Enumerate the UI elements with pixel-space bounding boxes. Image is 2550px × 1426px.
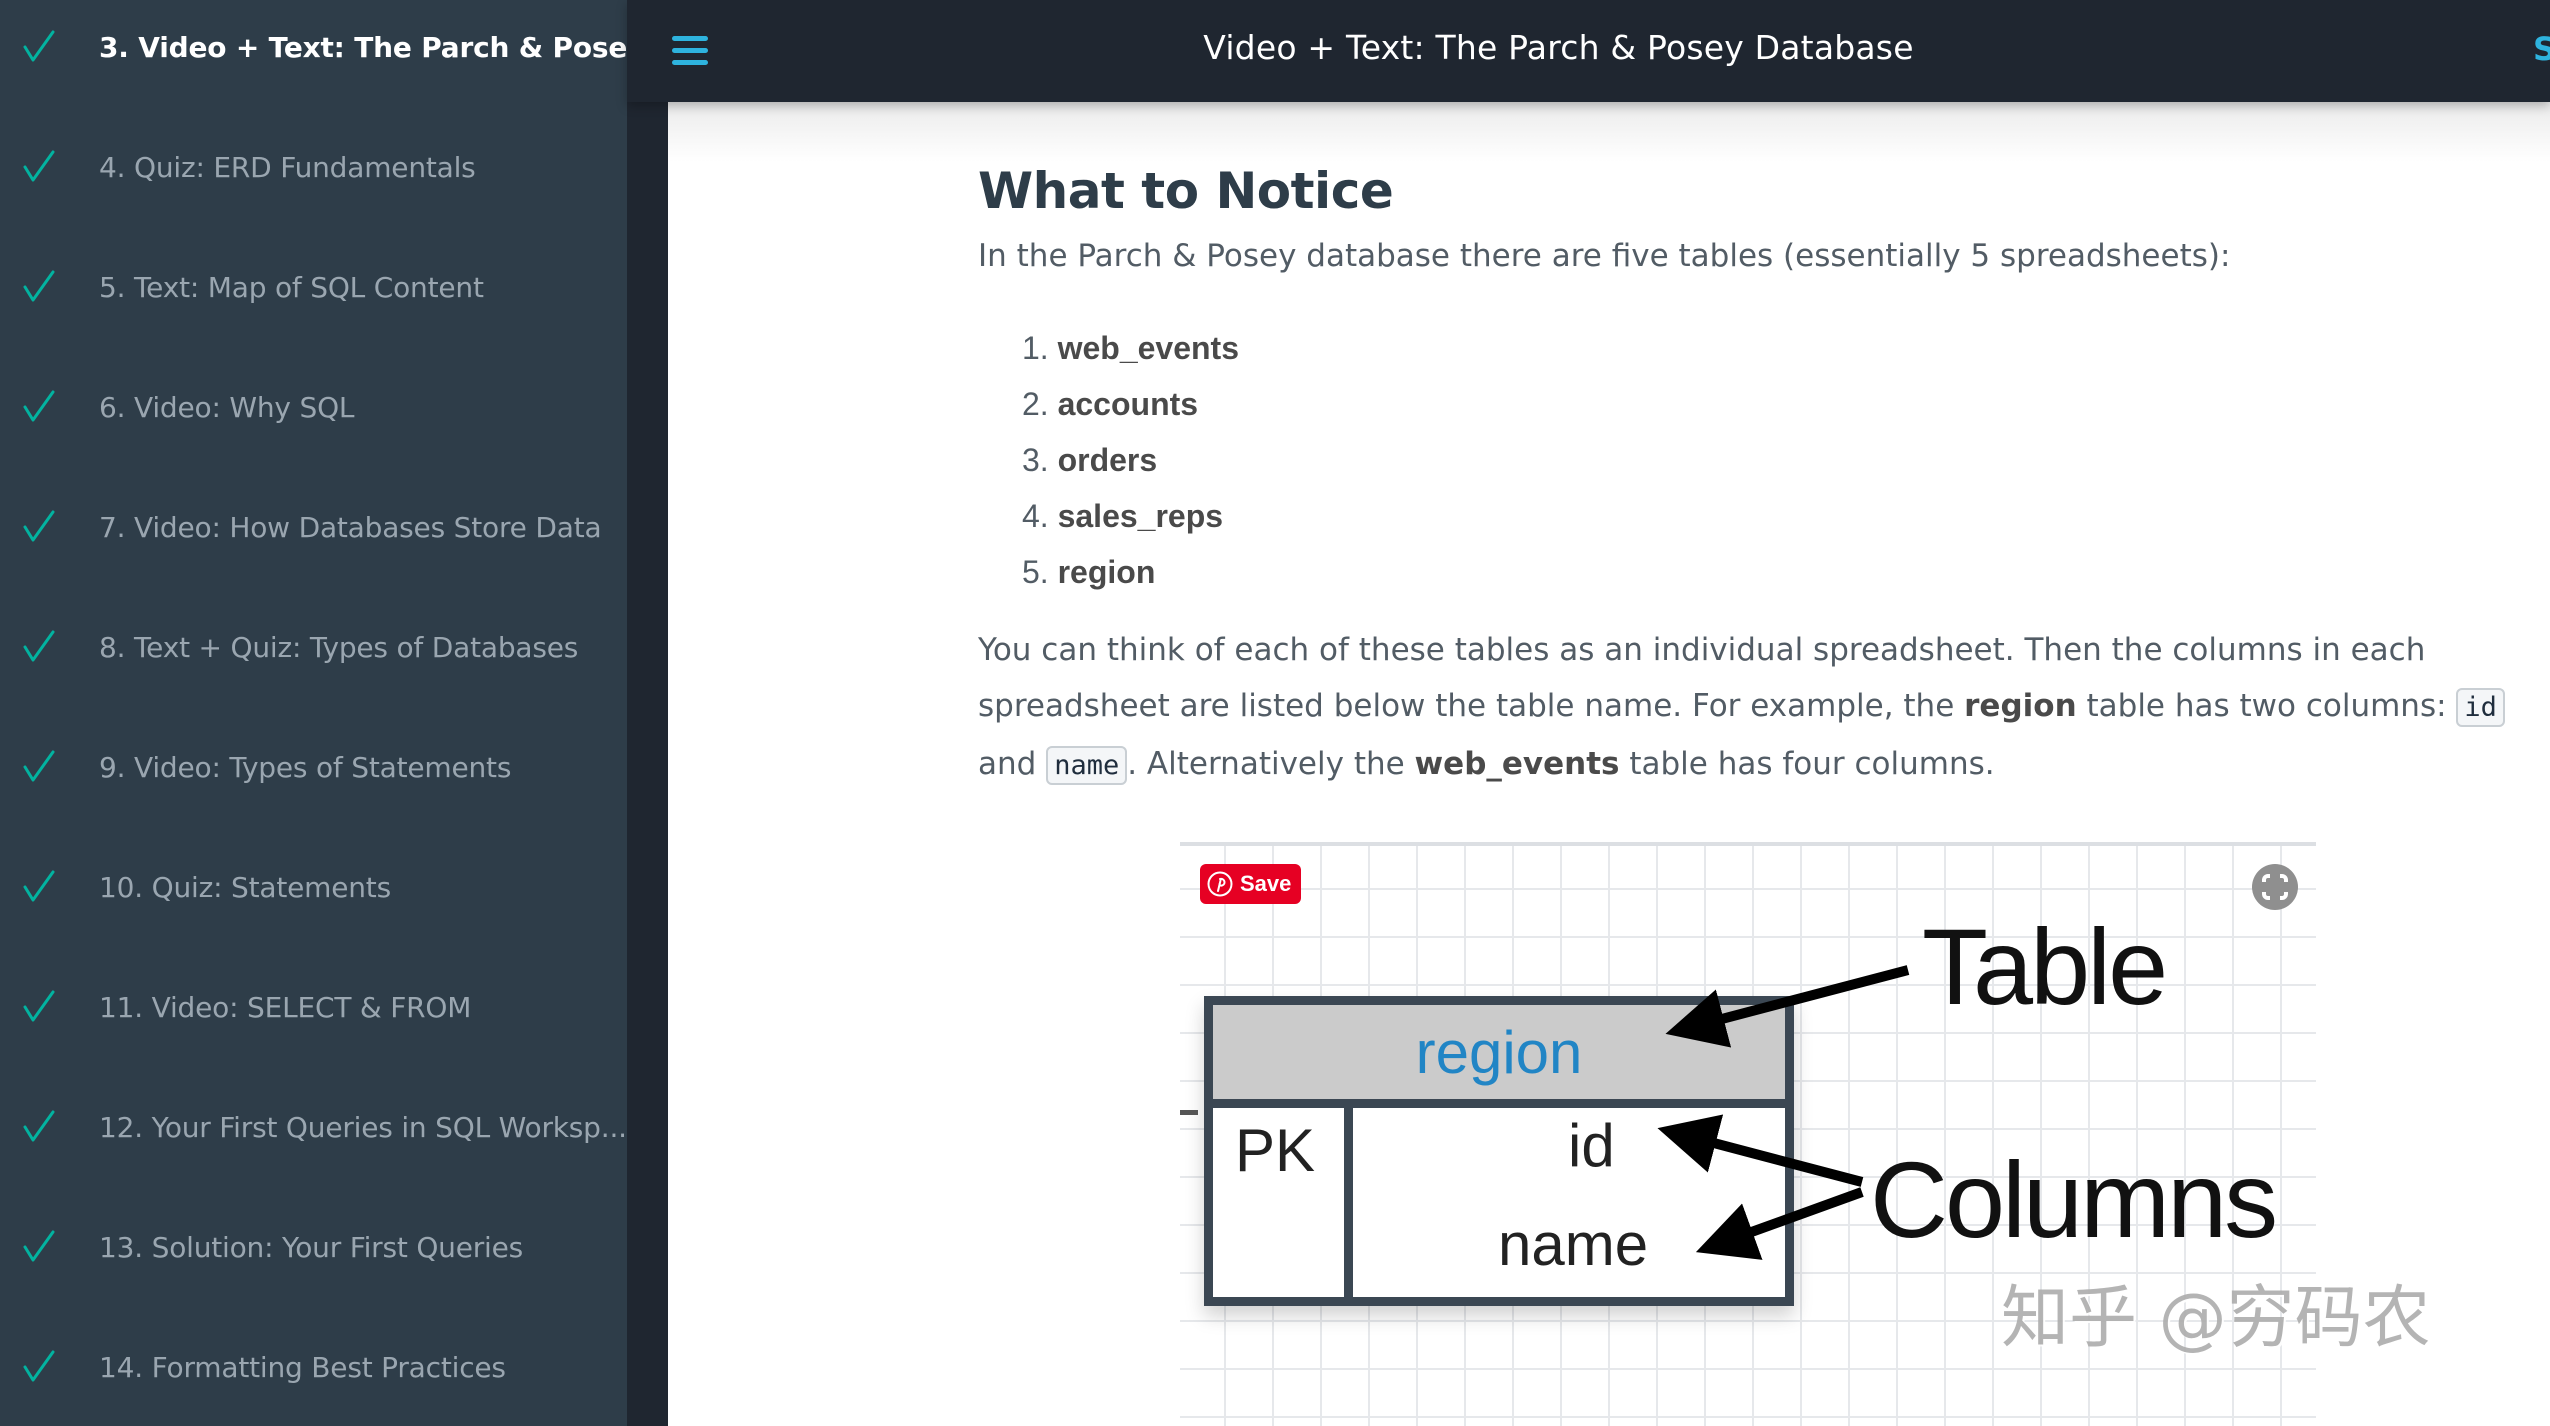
intro-text: In the Parch & Posey database there are … (978, 238, 2231, 274)
inline-code-name: name (1046, 746, 1128, 785)
list-item: 3. orders (1022, 442, 1158, 478)
checkmark-icon (23, 510, 55, 542)
list-item: 5. region (1022, 554, 1156, 590)
checkmark-icon (23, 750, 55, 782)
header-shadow (668, 102, 2550, 162)
sidebar-item-label: 14. Formatting Best Practices (99, 1350, 506, 1384)
explanation-paragraph: You can think of each of these tables as… (978, 622, 2548, 794)
sidebar-item-label: 3. Video + Text: The Parch & Posey ... (99, 30, 687, 64)
table-name: sales_reps (1057, 498, 1224, 534)
arrow-to-table (1665, 965, 1910, 1048)
page-title-text: Video + Text: The Parch & Posey Database (1203, 28, 1914, 67)
page-title: Video + Text: The Parch & Posey Database (627, 28, 2550, 67)
checkmark-icon (23, 30, 55, 62)
arrow-to-name (1695, 1187, 1864, 1260)
sidebar-item[interactable]: 14. Formatting Best Practices (0, 1337, 627, 1397)
checkmark-icon (23, 870, 55, 902)
table-name: region (1057, 554, 1156, 590)
list-item: 2. accounts (1022, 386, 1199, 422)
sidebar-item-label: 12. Your First Queries in SQL Worksp... (99, 1110, 627, 1144)
checkmark-icon (23, 390, 55, 422)
list-item: 1. web_events (1022, 330, 1239, 366)
sidebar-item[interactable]: 3. Video + Text: The Parch & Posey ... (0, 17, 686, 77)
sidebar-item-label: 11. Video: SELECT & FROM (99, 990, 472, 1024)
checkmark-icon (23, 1110, 55, 1142)
bold-web-events: web_events (1414, 746, 1620, 782)
list-item: 4. sales_reps (1022, 498, 1224, 534)
lesson-content: What to Notice In the Parch & Posey data… (668, 102, 2550, 1426)
inline-code-id: id (2456, 688, 2505, 727)
annotation-table-label: Table (1922, 906, 2168, 1027)
sidebar-item[interactable]: 10. Quiz: Statements (0, 857, 627, 917)
checkmark-icon (23, 150, 55, 182)
sidebar-item[interactable]: 6. Video: Why SQL (0, 377, 627, 437)
tables-list: 1. web_events 2. accounts 3. orders 4. s… (1022, 320, 1239, 600)
sidebar-item[interactable]: 9. Video: Types of Statements (0, 737, 627, 797)
checkmark-icon (23, 270, 55, 302)
sidebar-item[interactable]: 12. Your First Queries in SQL Worksp... (0, 1097, 627, 1157)
table-name: orders (1057, 442, 1158, 478)
top-header: Video + Text: The Parch & Posey Database… (627, 0, 2550, 102)
watermark-text: 知乎 @穷码农 (2001, 1279, 2431, 1358)
table-name: web_events (1057, 330, 1239, 366)
sidebar-item[interactable]: 7. Video: How Databases Store Data (0, 497, 627, 557)
sidebar-item-label: 8. Text + Quiz: Types of Databases (99, 630, 579, 664)
bold-region: region (1964, 688, 2077, 724)
arrow-to-id (1657, 1114, 1864, 1187)
sidebar-item-label: 6. Video: Why SQL (99, 390, 355, 424)
table-name: accounts (1057, 386, 1199, 422)
sidebar-item[interactable]: 13. Solution: Your First Queries (0, 1217, 627, 1277)
sidebar-item[interactable]: 11. Video: SELECT & FROM (0, 977, 627, 1037)
sidebar-item-label: 4. Quiz: ERD Fundamentals (99, 150, 476, 184)
checkmark-icon (23, 1350, 55, 1382)
sidebar-item-label: 5. Text: Map of SQL Content (99, 270, 484, 304)
sidebar-item[interactable]: 5. Text: Map of SQL Content (0, 257, 627, 317)
checkmark-icon (23, 1230, 55, 1262)
annotation-columns-label: Columns (1870, 1139, 2278, 1260)
sidebar-divider (627, 0, 668, 1426)
sidebar-item-label: 13. Solution: Your First Queries (99, 1230, 524, 1264)
checkmark-icon (23, 990, 55, 1022)
header-right-link[interactable]: S (2533, 30, 2550, 68)
section-heading: What to Notice (978, 162, 1394, 220)
sidebar-item-label: 7. Video: How Databases Store Data (99, 510, 602, 544)
sidebar-item[interactable]: 8. Text + Quiz: Types of Databases (0, 617, 627, 677)
checkmark-icon (23, 630, 55, 662)
sidebar-item-label: 10. Quiz: Statements (99, 870, 391, 904)
sidebar-item[interactable]: 4. Quiz: ERD Fundamentals (0, 137, 627, 197)
sidebar-item-label: 9. Video: Types of Statements (99, 750, 512, 784)
lesson-sidebar: 3. Video + Text: The Parch & Posey ... 4.… (0, 0, 686, 1426)
